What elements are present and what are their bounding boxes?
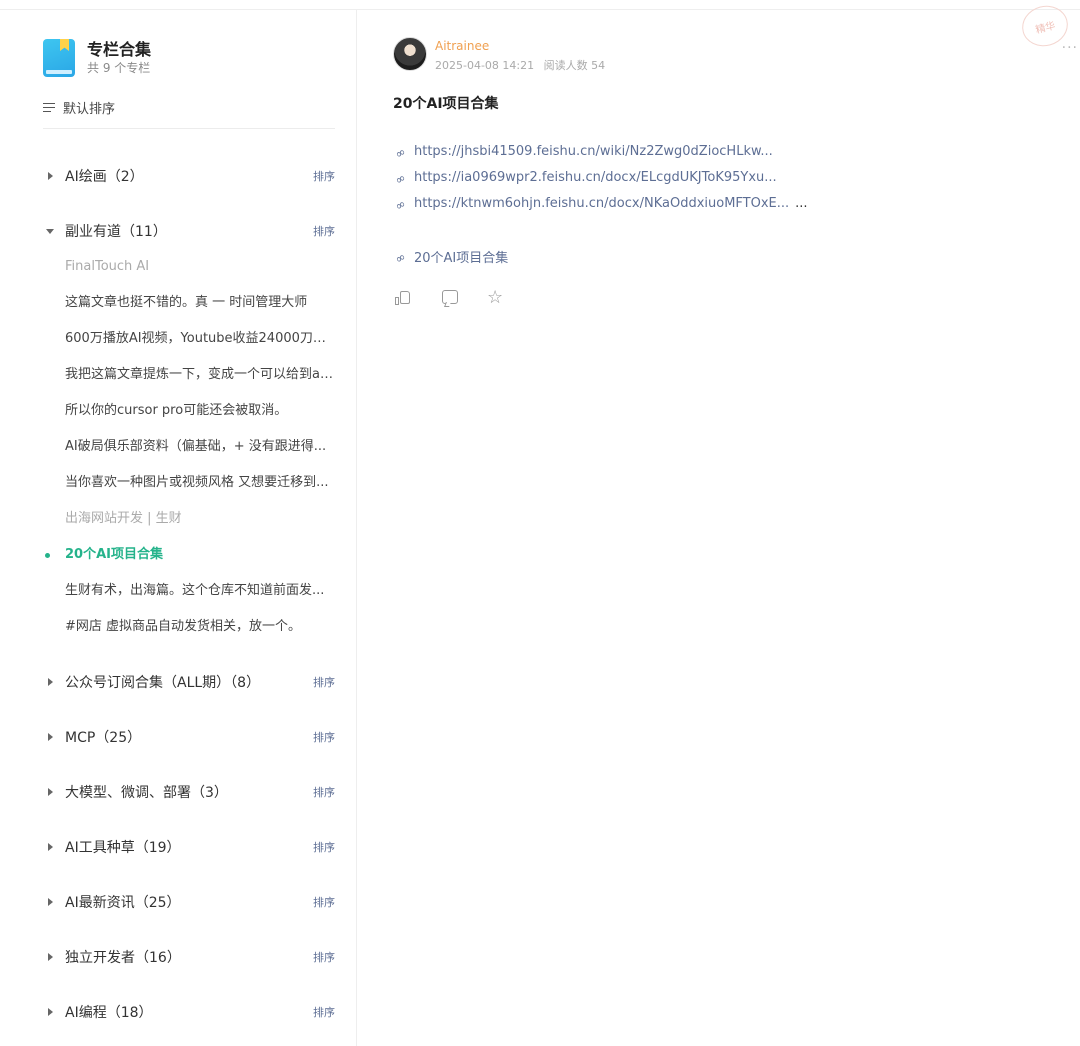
author-avatar[interactable] xyxy=(393,37,427,71)
default-sort-button[interactable]: 默认排序 xyxy=(43,98,115,117)
caret-right-icon xyxy=(43,169,57,183)
default-sort-label: 默认排序 xyxy=(63,102,116,117)
link-icon: ∞ xyxy=(392,248,409,267)
post-date: 2025-04-08 14:21 xyxy=(435,59,535,72)
group-sort-button[interactable]: 排序 xyxy=(313,674,335,690)
caret-right-icon xyxy=(43,895,57,909)
caret-right-icon xyxy=(43,840,57,854)
article-item[interactable]: 出海网站开发 | 生财 xyxy=(65,510,335,528)
group-sort-button[interactable]: 排序 xyxy=(313,839,335,855)
group-ai-painting[interactable]: AI绘画（2） 排序 xyxy=(43,166,335,186)
group-side-business[interactable]: 副业有道（11） 排序 xyxy=(43,221,335,241)
group-sort-button[interactable]: 排序 xyxy=(313,949,335,965)
divider xyxy=(43,128,335,129)
group-label: 大模型、微调、部署（3） xyxy=(65,785,228,801)
active-dot-icon xyxy=(45,553,50,558)
post-title: 20个AI项目合集 xyxy=(393,96,499,112)
article-item[interactable]: 所以你的cursor pro可能还会被取消。 xyxy=(65,402,335,420)
article-item[interactable]: AI破局俱乐部资料（偏基础，+ 没有跟进得... xyxy=(65,438,335,456)
group-label: AI最新资讯（25） xyxy=(65,895,181,911)
post-meta: 2025-04-08 14:21 阅读人数 54 xyxy=(435,57,611,73)
group-ai-news[interactable]: AI最新资讯（25） 排序 xyxy=(43,892,335,912)
group-label: 公众号订阅合集（ALL期）（8） xyxy=(65,675,261,691)
article-item[interactable]: 当你喜欢一种图片或视频风格 又想要迁移到... xyxy=(65,474,335,492)
link-icon: ∞ xyxy=(392,195,409,214)
article-item[interactable]: 我把这篇文章提炼一下，变成一个可以给到ai... xyxy=(65,366,335,384)
sort-lines-icon xyxy=(43,102,57,114)
comment-icon[interactable] xyxy=(441,289,459,307)
post-content: Aitrainee 2025-04-08 14:21 阅读人数 54 ··· 2… xyxy=(357,10,1080,1046)
post-link[interactable]: ∞ https://jhsbi41509.feishu.cn/wiki/Nz2Z… xyxy=(392,143,772,162)
link-icon: ∞ xyxy=(392,169,409,188)
post-link[interactable]: ∞ https://ia0969wpr2.feishu.cn/docx/ELcg… xyxy=(392,169,776,188)
group-label: AI编程（18） xyxy=(65,1005,153,1021)
caret-right-icon xyxy=(43,730,57,744)
caret-down-icon xyxy=(43,224,57,238)
post-reads: 阅读人数 54 xyxy=(543,59,606,72)
column-book-icon xyxy=(43,39,75,77)
column-header: 专栏合集 共 9 个专栏 xyxy=(43,38,151,78)
author-name[interactable]: Aitrainee xyxy=(435,39,489,53)
caret-right-icon xyxy=(43,675,57,689)
group-mcp[interactable]: MCP（25） 排序 xyxy=(43,727,335,747)
post-link[interactable]: ∞ https://ktnwm6ohjn.feishu.cn/docx/NKaO… xyxy=(392,195,808,214)
more-options-icon[interactable]: ··· xyxy=(1062,40,1078,56)
column-count: 共 9 个专栏 xyxy=(87,61,151,75)
article-item[interactable]: 生财有术，出海篇。这个仓库不知道前面发... xyxy=(65,582,335,600)
group-sort-button[interactable]: 排序 xyxy=(313,223,335,239)
group-llm-finetune-deploy[interactable]: 大模型、微调、部署（3） 排序 xyxy=(43,782,335,802)
group-ai-coding[interactable]: AI编程（18） 排序 xyxy=(43,1002,335,1022)
group-indie-dev[interactable]: 独立开发者（16） 排序 xyxy=(43,947,335,967)
star-icon[interactable]: ☆ xyxy=(487,289,505,307)
article-item[interactable]: #网店 虚拟商品自动发货相关，放一个。 xyxy=(65,618,335,636)
group-wechat-subscriptions[interactable]: 公众号订阅合集（ALL期）（8） 排序 xyxy=(43,672,335,692)
group-label: 副业有道（11） xyxy=(65,224,167,240)
group-label: AI工具种草（19） xyxy=(65,840,181,856)
collection-link[interactable]: ∞ 20个AI项目合集 xyxy=(392,247,508,267)
group-ai-tools[interactable]: AI工具种草（19） 排序 xyxy=(43,837,335,857)
group-label: 独立开发者（16） xyxy=(65,950,181,966)
group-label: AI绘画（2） xyxy=(65,169,144,185)
link-ellipsis: ... xyxy=(795,196,808,211)
group-sort-button[interactable]: 排序 xyxy=(313,168,335,184)
article-item-active[interactable]: 20个AI项目合集 xyxy=(65,546,335,564)
article-item[interactable]: FinalTouch AI xyxy=(65,258,335,276)
column-title: 专栏合集 xyxy=(87,40,152,59)
group-sort-button[interactable]: 排序 xyxy=(313,894,335,910)
group-sort-button[interactable]: 排序 xyxy=(313,729,335,745)
column-sidebar: 专栏合集 共 9 个专栏 默认排序 AI绘画（2） 排序 副业有道（11） 排序… xyxy=(0,10,357,1046)
caret-right-icon xyxy=(43,785,57,799)
caret-right-icon xyxy=(43,1005,57,1019)
like-icon[interactable] xyxy=(395,289,413,307)
post-actions: ☆ xyxy=(395,289,533,307)
group-sort-button[interactable]: 排序 xyxy=(313,1004,335,1020)
caret-right-icon xyxy=(43,950,57,964)
article-item[interactable]: 这篇文章也挺不错的。真 一 时间管理大师 xyxy=(65,294,335,312)
article-item[interactable]: 600万播放AI视频，Youtube收益24000刀，... xyxy=(65,330,335,348)
link-icon: ∞ xyxy=(392,143,409,162)
group-sort-button[interactable]: 排序 xyxy=(313,784,335,800)
group-label: MCP（25） xyxy=(65,730,142,746)
